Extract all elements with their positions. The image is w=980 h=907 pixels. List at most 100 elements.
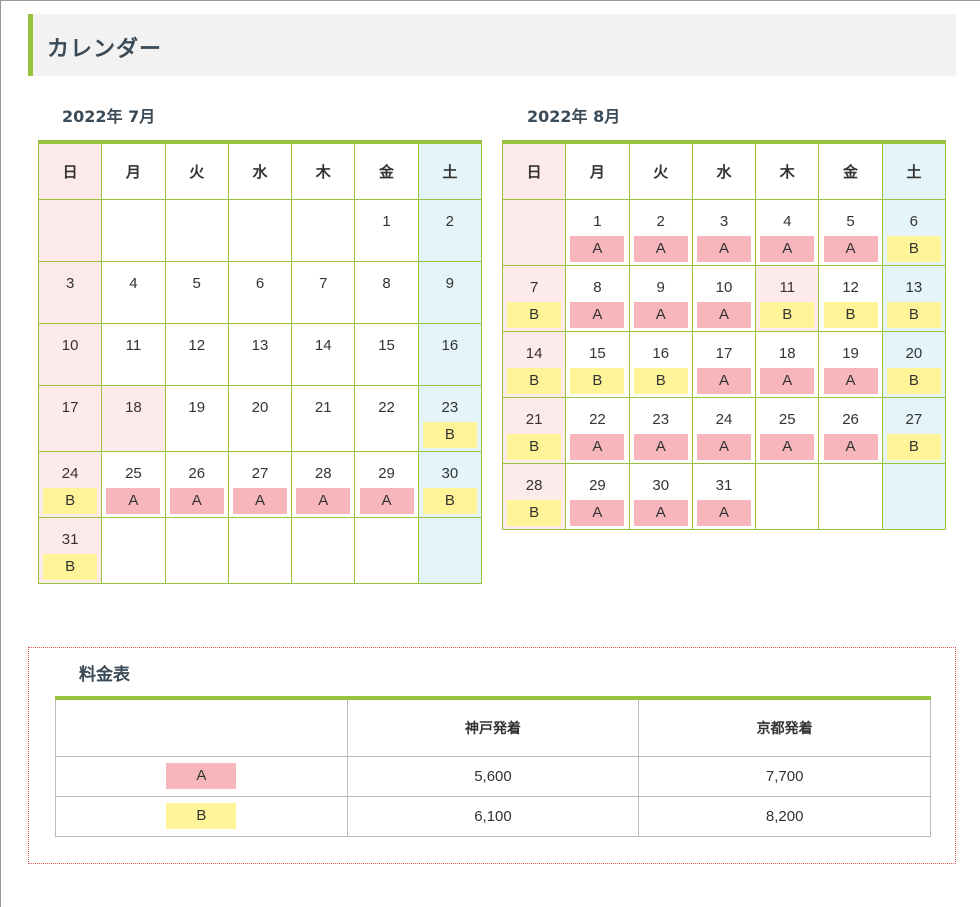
day-number: 1	[382, 212, 391, 230]
price-header-kobe: 神戸発着	[346, 697, 640, 757]
calendar-day: 8A	[565, 264, 630, 332]
calendar-day: 1A	[565, 198, 630, 266]
calendar-week: 7 B 8 A 9 A 10 A 11 B 12 B 13 B	[501, 264, 947, 332]
calendar-day: 4	[101, 260, 166, 324]
rate-badge: A	[570, 235, 625, 262]
calendar-day	[164, 198, 229, 262]
calendar-day: 6B	[881, 198, 947, 266]
calendar-day: 15 B	[565, 330, 630, 398]
weekday-header: 火	[628, 141, 693, 200]
day-number: 9	[445, 274, 455, 292]
calendar-day: 26 A	[818, 396, 883, 464]
calendar-day	[227, 516, 293, 584]
rate-badge: A	[570, 433, 625, 460]
day-number: 21	[314, 398, 332, 416]
day-number: 16	[652, 344, 670, 362]
rate-badge: A	[823, 235, 878, 262]
weekday-header: 水	[227, 141, 293, 200]
calendar-day: 20	[227, 384, 293, 452]
calendar-day	[291, 516, 356, 584]
calendar-day	[881, 462, 947, 530]
calendar-day: 15	[354, 322, 419, 386]
calendar-day: 29 A	[565, 462, 630, 530]
day-number: 4	[783, 212, 792, 230]
day-number: 4	[129, 274, 138, 292]
rate-badge: A	[633, 235, 688, 262]
day-number: 28	[314, 464, 332, 482]
day-number: 2	[656, 212, 665, 230]
rate-badge: A	[760, 367, 815, 394]
calendar-day: 21 B	[501, 396, 567, 464]
calendar-day: 30 A	[628, 462, 693, 530]
rate-badge: A	[232, 487, 287, 514]
rate-badge: B	[507, 301, 562, 328]
calendar-day: 12 B	[818, 264, 883, 332]
calendar-week: 10 11 12 13 14 15 16	[37, 322, 483, 386]
calendar-day: 18	[101, 384, 166, 452]
day-number: 15	[589, 344, 606, 362]
calendar-day: 22 A	[565, 396, 630, 464]
calendar-day: 16	[417, 322, 483, 386]
calendar-day: 31 B	[37, 516, 103, 584]
day-number: 29	[378, 464, 395, 482]
day-number: 12	[188, 336, 206, 354]
day-number: 25	[125, 464, 142, 482]
day-number: 26	[842, 410, 859, 428]
rank-badge-b: B	[166, 803, 237, 829]
price-table: 神戸発着 京都発着 A 5,600 7,700 B 6,100 8,200	[55, 696, 931, 837]
day-number: 10	[715, 278, 733, 296]
weekday-header: 土	[417, 141, 483, 200]
day-number: 7	[529, 278, 539, 296]
weekday-header: 火	[164, 141, 229, 200]
day-number: 2	[445, 212, 455, 230]
calendar-day: 2	[417, 198, 483, 262]
price-table-box: 料金表 神戸発着 京都発着 A 5,600 7,700 B 6,100 8,20…	[28, 647, 956, 864]
calendar-day	[501, 198, 567, 266]
calendar-day: 12	[164, 322, 229, 386]
rate-badge: A	[696, 235, 751, 262]
calendar-day: 14	[291, 322, 356, 386]
day-number: 20	[251, 398, 269, 416]
calendar-day: 26 A	[164, 450, 229, 518]
calendar-day: 10 A	[691, 264, 757, 332]
august-calendar: 日月火水木金土 1 A 2 A 3 A 4 A 5 A 6 B 7 B 8 A 9 A 10 A 11 B 12 B 13 B 14…	[501, 140, 947, 530]
day-number: 22	[378, 398, 395, 416]
day-number: 15	[378, 336, 395, 354]
rate-badge: A	[760, 235, 815, 262]
day-number: 19	[188, 398, 206, 416]
calendar-day: 28 B	[501, 462, 567, 530]
heading-text: カレンダー	[47, 37, 163, 62]
weekday-header: 木	[755, 141, 820, 200]
rate-badge: A	[570, 301, 625, 328]
rate-badge: B	[43, 487, 98, 514]
rate-badge: A	[823, 433, 878, 460]
day-number: 8	[382, 274, 391, 292]
calendar-day	[354, 516, 419, 584]
day-number: 14	[525, 344, 543, 362]
calendar-day: 23 B	[417, 384, 483, 452]
calendar-day: 13	[227, 322, 293, 386]
price-header-blank	[55, 697, 348, 757]
calendar-day: 22	[354, 384, 419, 452]
august-title: 2022年 8月	[527, 107, 621, 126]
price-kobe-value: 5,600	[346, 755, 640, 797]
rate-badge: B	[633, 367, 688, 394]
price-row: A 5,600 7,700	[55, 755, 931, 797]
page-frame: カレンダー 2022年 7月 2022年 8月 日月火水木金土 12345678…	[0, 0, 980, 907]
calendar-day: 18 A	[755, 330, 820, 398]
rate-badge: B	[886, 301, 941, 328]
calendar-day: 9	[417, 260, 483, 324]
calendar-day: 24 A	[691, 396, 757, 464]
rate-badge: B	[422, 487, 477, 514]
day-number: 13	[905, 278, 923, 296]
day-number: 16	[441, 336, 459, 354]
calendar-day: 16 B	[628, 330, 693, 398]
calendar-day: 10	[37, 322, 103, 386]
calendar-day: 27 A	[227, 450, 293, 518]
day-number: 27	[905, 410, 923, 428]
calendar-day: 27 B	[881, 396, 947, 464]
day-number: 9	[656, 278, 665, 296]
weekday-header: 日	[501, 141, 567, 200]
day-number: 1	[593, 212, 602, 230]
rate-badge: A	[359, 487, 414, 514]
